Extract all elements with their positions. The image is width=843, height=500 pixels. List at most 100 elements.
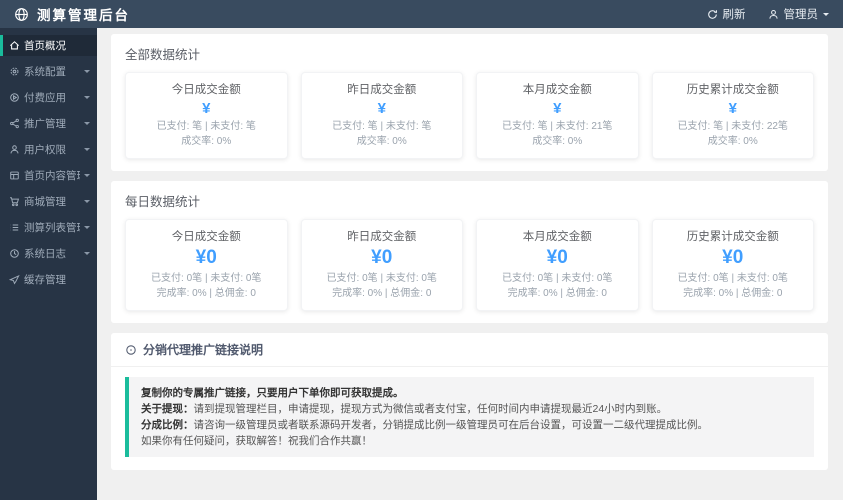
notice-box: 复制你的专属推广链接，只要用户下单你即可获取提成。 关于提现：请到提现管理栏目，… — [125, 377, 814, 457]
sidebar-item-user-permissions[interactable]: 用户权限 — [0, 139, 97, 160]
card-amount: ¥0 — [722, 247, 744, 268]
stat-card-month: 本月成交金额 ¥0 已支付: 0笔 | 未支付: 0笔 完成率: 0% | 总佣… — [476, 219, 639, 311]
chevron-down-icon — [84, 226, 90, 232]
sidebar-item-label: 推广管理 — [24, 118, 66, 130]
stat-card-today: 今日成交金额 ¥ 已支付: 笔 | 未支付: 笔 成交率: 0% — [125, 72, 288, 159]
card-amount: ¥ — [553, 100, 562, 117]
card-amount: ¥0 — [371, 247, 393, 268]
admin-menu[interactable]: 管理员 — [768, 6, 829, 22]
card-title: 历史累计成交金额 — [686, 84, 779, 96]
sidebar-item-label: 首页概况 — [24, 40, 66, 52]
notice-line: 如果你有任何疑问，获取解答！祝我们合作共赢！ — [141, 435, 372, 447]
card-meta-rate: 成交率: 0% — [356, 136, 407, 147]
paid-app-icon — [9, 92, 20, 103]
home-icon — [9, 40, 20, 51]
section-title: 全部数据统计 — [125, 48, 201, 62]
sidebar: 首页概况 系统配置 付费应用 推广管理 用户权限 首页内容管 商城管理 测算列表… — [0, 28, 97, 500]
sidebar-item-home-content[interactable]: 首页内容管理 — [0, 165, 97, 186]
card-meta-rate: 成交率: 0% — [532, 136, 583, 147]
section-promotion-notice: 分销代理推广链接说明 复制你的专属推广链接，只要用户下单你即可获取提成。 关于提… — [111, 333, 828, 470]
card-meta-paid: 已支付: 笔 | 未支付: 22笔 — [677, 121, 788, 132]
refresh-button[interactable]: 刷新 — [707, 6, 746, 22]
admin-label: 管理员 — [783, 9, 819, 21]
card-meta-paid: 已支付: 0笔 | 未支付: 0笔 — [502, 273, 613, 284]
chevron-down-icon — [84, 148, 90, 154]
card-amount: ¥ — [202, 100, 211, 117]
chevron-down-icon — [84, 70, 90, 76]
card-meta-rate: 完成率: 0% | 总佣金: 0 — [156, 288, 256, 299]
card-title: 昨日成交金额 — [347, 84, 417, 96]
app-title: 测算管理后台 — [37, 8, 130, 23]
chevron-down-icon — [84, 122, 90, 128]
sidebar-item-system-config[interactable]: 系统配置 — [0, 61, 97, 82]
sidebar-item-calc-list[interactable]: 测算列表管理 — [0, 217, 97, 238]
card-title: 本月成交金额 — [522, 84, 592, 96]
sidebar-item-label: 系统日志 — [24, 248, 66, 260]
sidebar-item-system-logs[interactable]: 系统日志 — [0, 243, 97, 264]
notice-title: 分销代理推广链接说明 — [143, 343, 264, 357]
cart-icon — [9, 196, 20, 207]
card-title: 昨日成交金额 — [347, 231, 417, 243]
list-icon — [9, 222, 20, 233]
card-amount: ¥ — [377, 100, 386, 117]
stat-card-today: 今日成交金额 ¥0 已支付: 0笔 | 未支付: 0笔 完成率: 0% | 总佣… — [125, 219, 288, 311]
chevron-down-icon — [84, 200, 90, 206]
sidebar-item-mall[interactable]: 商城管理 — [0, 191, 97, 212]
stat-card-history: 历史累计成交金额 ¥0 已支付: 0笔 | 未支付: 0笔 完成率: 0% | … — [651, 219, 814, 311]
notice-line: 复制你的专属推广链接，只要用户下单你即可获取提成。 — [141, 387, 404, 399]
card-meta-paid: 已支付: 0笔 | 未支付: 0笔 — [326, 273, 437, 284]
sidebar-item-label: 商城管理 — [24, 196, 66, 208]
card-meta-rate: 完成率: 0% | 总佣金: 0 — [683, 288, 783, 299]
card-title: 历史累计成交金额 — [686, 231, 779, 243]
notice-line: 分成比例：请咨询一级管理员或者联系源码开发者，分销提成比例一级管理员可在后台设置… — [141, 419, 708, 431]
card-meta-paid: 已支付: 0笔 | 未支付: 0笔 — [677, 273, 788, 284]
card-meta-rate: 完成率: 0% | 总佣金: 0 — [507, 288, 607, 299]
sidebar-item-promotion[interactable]: 推广管理 — [0, 113, 97, 134]
sidebar-item-paid-apps[interactable]: 付费应用 — [0, 87, 97, 108]
notice-line: 关于提现：请到提现管理栏目，申请提现，提现方式为微信或者支付宝，任何时间内申请提… — [141, 403, 668, 415]
globe-logo-icon — [14, 7, 29, 22]
card-title: 本月成交金额 — [522, 231, 592, 243]
card-meta-rate: 成交率: 0% — [181, 136, 232, 147]
sidebar-item-label: 缓存管理 — [24, 274, 66, 286]
sidebar-item-label: 首页内容管理 — [24, 170, 80, 182]
info-circle-icon — [125, 344, 137, 356]
section-daily-stats: 每日数据统计 今日成交金额 ¥0 已支付: 0笔 | 未支付: 0笔 完成率: … — [111, 181, 828, 323]
main-content: 全部数据统计 今日成交金额 ¥ 已支付: 笔 | 未支付: 笔 成交率: 0% … — [97, 28, 843, 500]
stat-card-month: 本月成交金额 ¥ 已支付: 笔 | 未支付: 21笔 成交率: 0% — [476, 72, 639, 159]
card-meta-rate: 完成率: 0% | 总佣金: 0 — [332, 288, 432, 299]
chevron-down-icon — [84, 174, 90, 180]
chevron-down-icon — [823, 12, 829, 19]
sidebar-item-home-overview[interactable]: 首页概况 — [0, 35, 97, 56]
share-icon — [9, 118, 20, 129]
card-meta-paid: 已支付: 笔 | 未支付: 21笔 — [502, 121, 613, 132]
card-amount: ¥0 — [195, 247, 217, 268]
sidebar-item-label: 用户权限 — [24, 144, 66, 156]
user-icon — [9, 144, 20, 155]
card-meta-paid: 已支付: 笔 | 未支付: 笔 — [332, 121, 432, 132]
brand: 测算管理后台 — [14, 4, 130, 24]
section-title: 每日数据统计 — [125, 195, 201, 209]
refresh-icon — [707, 9, 718, 20]
refresh-label: 刷新 — [722, 9, 746, 21]
section-all-stats: 全部数据统计 今日成交金额 ¥ 已支付: 笔 | 未支付: 笔 成交率: 0% … — [111, 34, 828, 171]
sidebar-item-label: 系统配置 — [24, 66, 66, 78]
user-icon — [768, 9, 779, 20]
gear-icon — [9, 66, 20, 77]
sidebar-item-label: 测算列表管理 — [24, 222, 80, 234]
layout-icon — [9, 170, 20, 181]
card-meta-paid: 已支付: 笔 | 未支付: 笔 — [156, 121, 256, 132]
stat-card-yesterday: 昨日成交金额 ¥0 已支付: 0笔 | 未支付: 0笔 完成率: 0% | 总佣… — [300, 219, 463, 311]
card-title: 今日成交金额 — [171, 231, 241, 243]
card-meta-rate: 成交率: 0% — [707, 136, 758, 147]
chevron-down-icon — [84, 252, 90, 258]
sidebar-item-cache[interactable]: 缓存管理 — [0, 269, 97, 290]
stat-card-yesterday: 昨日成交金额 ¥ 已支付: 笔 | 未支付: 笔 成交率: 0% — [300, 72, 463, 159]
card-amount: ¥0 — [546, 247, 568, 268]
chevron-down-icon — [84, 96, 90, 102]
card-meta-paid: 已支付: 0笔 | 未支付: 0笔 — [151, 273, 262, 284]
sidebar-item-label: 付费应用 — [24, 92, 66, 104]
send-icon — [9, 274, 20, 285]
card-title: 今日成交金额 — [171, 84, 241, 96]
top-header: 测算管理后台 刷新 管理员 — [0, 0, 843, 28]
